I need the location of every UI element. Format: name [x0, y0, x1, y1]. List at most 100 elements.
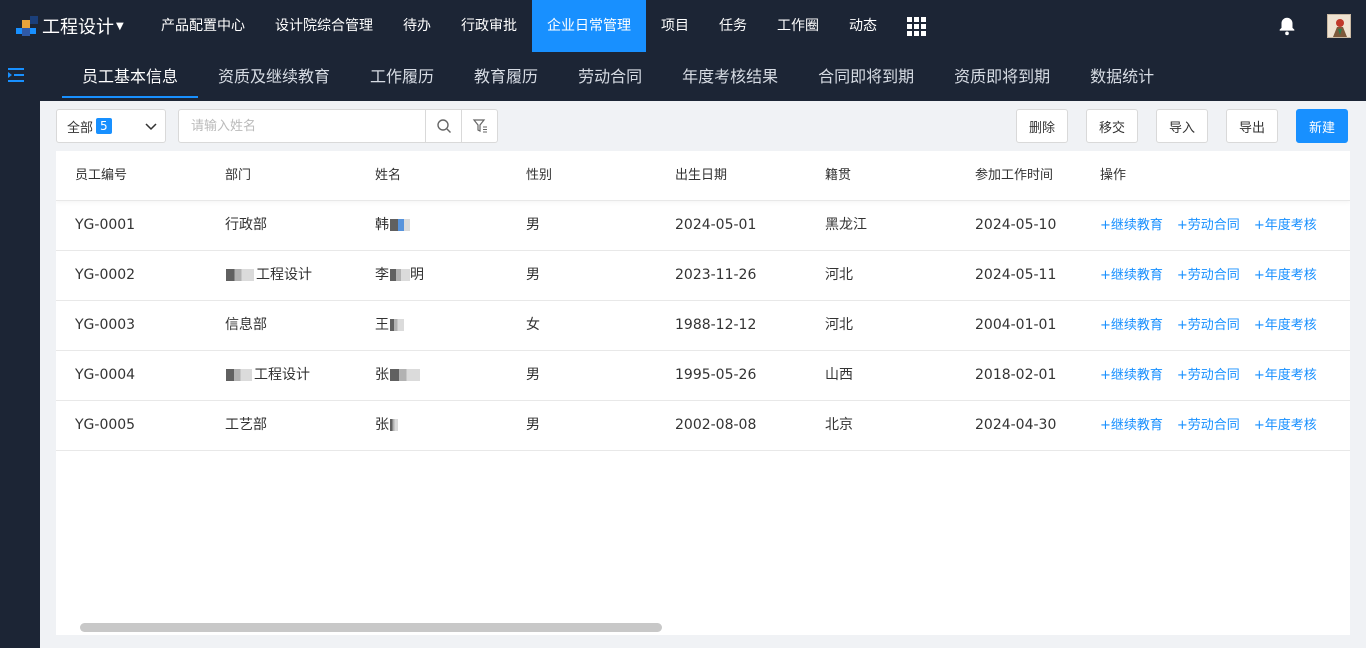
- app-logo[interactable]: 工程设计 ▼: [0, 0, 146, 52]
- top-navbar: 工程设计 ▼ 产品配置中心 设计院综合管理 待办 行政审批 企业日常管理 项目 …: [0, 0, 1366, 52]
- filter-select[interactable]: 全部 5: [56, 109, 166, 143]
- tab-qualification-education[interactable]: 资质及继续教育: [198, 52, 350, 101]
- header-origin[interactable]: 籍贯: [825, 151, 851, 201]
- cell-actions: +继续教育 +劳动合同 +年度考核: [1100, 201, 1331, 250]
- redacted-mask: [390, 269, 410, 281]
- cell-work-start: 2004-01-01: [975, 317, 1057, 333]
- cell-birth-date: 1995-05-26: [675, 367, 757, 383]
- cell-name: 张: [375, 401, 398, 450]
- department-text: 工程设计: [254, 367, 310, 383]
- add-education-link[interactable]: +继续教育: [1100, 418, 1163, 433]
- topnav-admin-approval[interactable]: 行政审批: [446, 0, 532, 52]
- header-employee-id[interactable]: 员工编号: [75, 151, 127, 201]
- topnav-projects[interactable]: 项目: [646, 0, 704, 52]
- cell-origin: 黑龙江: [825, 217, 867, 233]
- add-education-link[interactable]: +继续教育: [1100, 268, 1163, 283]
- import-button[interactable]: 导入: [1156, 109, 1209, 143]
- cell-birth-date: 2023-11-26: [675, 267, 757, 283]
- cell-gender: 男: [526, 217, 540, 233]
- name-text: 张: [375, 417, 389, 433]
- cell-employee-id: YG-0001: [75, 217, 136, 233]
- app-title: 工程设计: [42, 17, 114, 38]
- add-assessment-link[interactable]: +年度考核: [1254, 368, 1317, 383]
- cell-work-start: 2024-04-30: [975, 417, 1057, 433]
- horizontal-scrollbar[interactable]: [80, 623, 662, 632]
- add-contract-link[interactable]: +劳动合同: [1177, 368, 1240, 383]
- cell-birth-date: 1988-12-12: [675, 317, 757, 333]
- avatar[interactable]: [1327, 14, 1351, 38]
- search-button[interactable]: [425, 110, 461, 142]
- cell-origin: 山西: [825, 367, 853, 383]
- redacted-mask: [390, 419, 398, 431]
- export-button[interactable]: 导出: [1226, 109, 1279, 143]
- table-row[interactable]: YG-0003 信息部 王 女 1988-12-12 河北 2004-01-01…: [56, 301, 1350, 351]
- table-row[interactable]: YG-0002 工程设计 李明 男 2023-11-26 河北 2024-05-…: [56, 251, 1350, 301]
- redacted-mask: [390, 319, 404, 331]
- header-department[interactable]: 部门: [225, 151, 251, 201]
- name-text: 韩: [375, 217, 389, 233]
- tab-education-history[interactable]: 教育履历: [454, 52, 558, 101]
- add-contract-link[interactable]: +劳动合同: [1177, 418, 1240, 433]
- cell-name: 王: [375, 301, 404, 350]
- header-name[interactable]: 姓名: [375, 151, 401, 201]
- tab-qualification-expiring[interactable]: 资质即将到期: [934, 52, 1070, 101]
- header-birth-date[interactable]: 出生日期: [675, 151, 727, 201]
- tab-contract-expiring[interactable]: 合同即将到期: [798, 52, 934, 101]
- add-contract-link[interactable]: +劳动合同: [1177, 218, 1240, 233]
- cell-name: 李明: [375, 251, 424, 300]
- topnav-dynamics[interactable]: 动态: [834, 0, 892, 52]
- cell-gender: 男: [526, 267, 540, 283]
- cell-actions: +继续教育 +劳动合同 +年度考核: [1100, 401, 1331, 450]
- topnav-tasks[interactable]: 任务: [704, 0, 762, 52]
- header-gender[interactable]: 性别: [526, 151, 552, 201]
- add-assessment-link[interactable]: +年度考核: [1254, 418, 1317, 433]
- redacted-mask: [226, 269, 254, 281]
- name-tail-text: 明: [410, 267, 424, 283]
- main-content: 全部 5 删除 移交 导入 导出 新建: [40, 101, 1366, 648]
- add-contract-link[interactable]: +劳动合同: [1177, 268, 1240, 283]
- topnav-enterprise-daily[interactable]: 企业日常管理: [532, 0, 646, 52]
- tab-labor-contract[interactable]: 劳动合同: [558, 52, 662, 101]
- cell-name: 韩: [375, 201, 410, 250]
- tab-statistics[interactable]: 数据统计: [1070, 52, 1174, 101]
- bell-icon[interactable]: [1276, 15, 1298, 37]
- sub-tabs: 员工基本信息 资质及继续教育 工作履历 教育履历 劳动合同 年度考核结果 合同即…: [40, 52, 1366, 101]
- tab-annual-assessment[interactable]: 年度考核结果: [662, 52, 798, 101]
- redacted-mask: [390, 369, 420, 381]
- topnav-design-institute[interactable]: 设计院综合管理: [260, 0, 388, 52]
- name-text: 张: [375, 367, 389, 383]
- tab-work-history[interactable]: 工作履历: [350, 52, 454, 101]
- top-nav: 产品配置中心 设计院综合管理 待办 行政审批 企业日常管理 项目 任务 工作圈 …: [146, 0, 926, 52]
- cell-employee-id: YG-0002: [75, 267, 136, 283]
- topnav-todo[interactable]: 待办: [388, 0, 446, 52]
- filter-select-label: 全部: [67, 120, 94, 136]
- filter-button[interactable]: [461, 110, 497, 142]
- cell-birth-date: 2002-08-08: [675, 417, 757, 433]
- cell-actions: +继续教育 +劳动合同 +年度考核: [1100, 301, 1331, 350]
- topnav-work-circle[interactable]: 工作圈: [762, 0, 834, 52]
- tab-employee-basic-info[interactable]: 员工基本信息: [62, 52, 199, 101]
- header-work-start[interactable]: 参加工作时间: [975, 151, 1053, 201]
- add-education-link[interactable]: +继续教育: [1100, 218, 1163, 233]
- table-row[interactable]: YG-0001 行政部 韩 男 2024-05-01 黑龙江 2024-05-1…: [56, 201, 1350, 251]
- table-row[interactable]: YG-0005 工艺部 张 男 2002-08-08 北京 2024-04-30…: [56, 401, 1350, 451]
- add-education-link[interactable]: +继续教育: [1100, 318, 1163, 333]
- create-button[interactable]: 新建: [1296, 109, 1349, 143]
- employee-table: 员工编号 部门 姓名 性别 出生日期 籍贯 参加工作时间 操作 YG-0001 …: [56, 151, 1350, 635]
- apps-grid-icon[interactable]: [907, 16, 926, 36]
- delete-button[interactable]: 删除: [1016, 109, 1069, 143]
- add-assessment-link[interactable]: +年度考核: [1254, 268, 1317, 283]
- table-row[interactable]: YG-0004 工程设计 张 男 1995-05-26 山西 2018-02-0…: [56, 351, 1350, 401]
- name-text: 李: [375, 267, 389, 283]
- add-contract-link[interactable]: +劳动合同: [1177, 318, 1240, 333]
- topnav-product-config[interactable]: 产品配置中心: [146, 0, 260, 52]
- sidebar-toggle-icon[interactable]: [8, 67, 26, 83]
- add-education-link[interactable]: +继续教育: [1100, 368, 1163, 383]
- transfer-button[interactable]: 移交: [1086, 109, 1139, 143]
- add-assessment-link[interactable]: +年度考核: [1254, 318, 1317, 333]
- cell-department: 工程设计: [225, 251, 312, 300]
- filter-icon: [472, 119, 487, 133]
- cell-actions: +继续教育 +劳动合同 +年度考核: [1100, 351, 1331, 400]
- add-assessment-link[interactable]: +年度考核: [1254, 218, 1317, 233]
- search-input[interactable]: [179, 110, 425, 142]
